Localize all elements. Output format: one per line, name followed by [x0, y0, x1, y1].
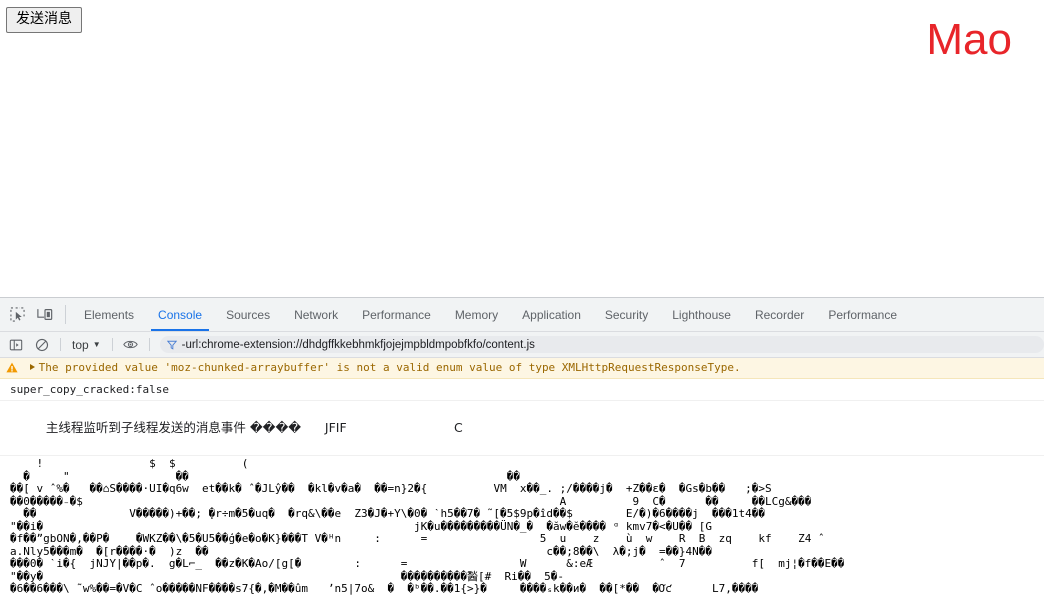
tab-label: Console: [158, 307, 203, 322]
clear-console-glyph: [35, 338, 49, 351]
console-chinese-text: 主线程监听到子线程发送的消息事件 ���� JFIF C: [45, 420, 463, 435]
console-output[interactable]: The provided value 'moz-chunked-arraybuf…: [0, 358, 1044, 608]
tab-label: Memory: [454, 307, 499, 322]
tab-performance-insights[interactable]: Performance: [816, 298, 909, 331]
filter-funnel-icon: [166, 340, 177, 350]
clear-console-icon[interactable]: [29, 333, 55, 357]
tab-performance[interactable]: Performance: [350, 298, 443, 331]
tab-memory[interactable]: Memory: [443, 298, 510, 331]
device-toolbar-icon[interactable]: [31, 298, 59, 331]
send-message-button[interactable]: 发送消息: [6, 7, 82, 33]
execution-context-select[interactable]: top ▼: [66, 338, 107, 352]
inspect-element-glyph: [9, 307, 25, 322]
live-expression-icon[interactable]: [118, 333, 144, 357]
console-sidebar-glyph: [9, 339, 23, 350]
tab-application[interactable]: Application: [510, 298, 593, 331]
devtools-tabbar: Elements Console Sources Network Perform…: [0, 298, 1044, 332]
tab-label: Network: [294, 307, 339, 322]
tab-lighthouse[interactable]: Lighthouse: [660, 298, 743, 331]
tab-label: Lighthouse: [672, 307, 731, 322]
console-message-chinese[interactable]: 主线程监听到子线程发送的消息事件 ���� JFIF C: [0, 401, 1044, 456]
console-sidebar-icon[interactable]: [3, 333, 29, 357]
tab-label: Sources: [226, 307, 271, 322]
eye-glyph: [123, 340, 138, 349]
toolbar-divider: [65, 305, 66, 324]
tab-label: Performance: [828, 307, 898, 322]
warning-triangle-icon: [6, 362, 18, 373]
console-message-log[interactable]: super_copy_cracked:false: [0, 379, 1044, 401]
console-log-text: super_copy_cracked:false: [10, 383, 169, 396]
console-filter-box[interactable]: -url:chrome-extension://dhdgffkkebhmkfjo…: [159, 336, 1044, 353]
tab-sources[interactable]: Sources: [214, 298, 282, 331]
inspect-element-icon[interactable]: [3, 298, 31, 331]
chevron-down-icon: ▼: [92, 340, 101, 349]
tab-elements[interactable]: Elements: [72, 298, 146, 331]
page-title: Mao: [926, 15, 1012, 64]
tab-label: Application: [522, 307, 581, 322]
tab-security[interactable]: Security: [593, 298, 660, 331]
tab-network[interactable]: Network: [282, 298, 350, 331]
console-binary-dump[interactable]: ! $ $ ( � " �� �� ��[ v ˆ%� ��⌂S����·UI�…: [0, 456, 1044, 608]
toolbar-divider: [60, 338, 61, 351]
expand-arrow-icon[interactable]: [29, 364, 35, 370]
tab-recorder[interactable]: Recorder: [743, 298, 816, 331]
warning-triangle-glyph: [6, 362, 18, 373]
console-filter-input[interactable]: -url:chrome-extension://dhdgffkkebhmkfjo…: [182, 339, 535, 351]
tab-label: Recorder: [754, 307, 805, 322]
console-toolbar: top ▼ -url:chrome-extension://dhdgffkkeb…: [0, 332, 1044, 358]
console-warning-text: The provided value 'moz-chunked-arraybuf…: [38, 361, 741, 374]
tab-label: Security: [604, 307, 649, 322]
console-message-warning[interactable]: The provided value 'moz-chunked-arraybuf…: [0, 358, 1044, 379]
toolbar-divider: [148, 338, 150, 351]
toolbar-divider: [111, 338, 113, 351]
device-toolbar-glyph: [37, 309, 53, 320]
devtools-panel: Elements Console Sources Network Perform…: [0, 297, 1044, 608]
tab-label: Elements: [84, 307, 135, 322]
tab-label: Performance: [362, 307, 431, 322]
tab-console[interactable]: Console: [146, 298, 214, 331]
execution-context-label: top: [72, 337, 89, 352]
page-viewport: 发送消息 Mao: [0, 0, 1044, 297]
